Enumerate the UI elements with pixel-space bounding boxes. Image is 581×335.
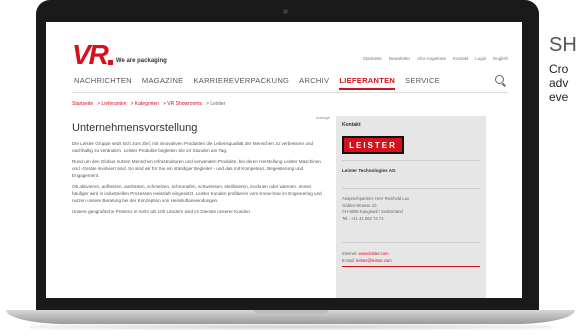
- page-title: Unternehmensvorstellung: [72, 122, 198, 134]
- top-link-login[interactable]: Login: [475, 56, 486, 61]
- address-city: CH-6056 Kaegiswil / Switzerland: [342, 209, 403, 214]
- promo-line: Cro: [549, 62, 569, 76]
- contact-sidebar: Kontakt LEISTER Leister Technologies AG …: [336, 116, 486, 298]
- leister-logo-text: LEISTER: [349, 140, 397, 150]
- nav-item-service[interactable]: SERVICE: [405, 76, 440, 90]
- leister-logo[interactable]: LEISTER: [342, 136, 404, 154]
- laptop-base: [6, 310, 575, 324]
- nav-item-archiv[interactable]: ARCHIV: [299, 76, 329, 90]
- laptop-screen-bezel: VR We are packaging Startseite Newslette…: [36, 0, 539, 312]
- top-link-home[interactable]: Startseite: [363, 56, 382, 61]
- ad-badge: Anzeige: [316, 116, 330, 120]
- laptop-shadow: [30, 324, 551, 330]
- email-link[interactable]: leister@leister.com: [356, 258, 391, 263]
- article-paragraph: Die Leister Gruppe setzt sich zum Ziel, …: [72, 141, 314, 153]
- nav-item-lieferanten[interactable]: LIEFERANTEN: [339, 76, 396, 90]
- breadcrumb-home[interactable]: Startseite: [72, 101, 93, 107]
- article-paragraph: Rund um den Globus nutzen Menschen Infra…: [72, 159, 321, 178]
- nav-item-karriere[interactable]: KARRIEREVERPACKUNG: [193, 76, 289, 90]
- breadcrumb-showrooms[interactable]: > VR Showrooms: [163, 101, 202, 107]
- article-paragraph: Unsere geografische Präsenz in mehr als …: [72, 209, 250, 214]
- top-link-subscriptions[interactable]: Abo-Angebote: [417, 56, 446, 61]
- logo-tagline: We are packaging: [115, 58, 167, 64]
- article-paragraph: Ob aktivieren, aufheizen, aushärten, sch…: [72, 184, 322, 203]
- promo-heading: SH: [549, 34, 577, 56]
- main-nav: NACHRICHTEN MAGAZINE KARRIEREVERPACKUNG …: [74, 76, 440, 90]
- breadcrumb-kategorien[interactable]: > Kategorien: [130, 101, 159, 107]
- internet-label: Internet:: [342, 251, 358, 256]
- sidebar-title: Kontakt: [342, 122, 361, 128]
- nav-item-nachrichten[interactable]: NACHRICHTEN: [74, 76, 132, 90]
- company-address: Ansprechpartner: Herr Reinhold Lux Galil…: [342, 196, 409, 222]
- company-name: Leister Technologies AG: [342, 168, 396, 173]
- sidebar-divider: [342, 188, 480, 189]
- promo-text: Cro adv eve: [549, 62, 581, 104]
- base-notch: [254, 310, 328, 314]
- sidebar-divider: [342, 160, 480, 161]
- breadcrumb-lieferanten[interactable]: > Lieferanten: [97, 101, 126, 107]
- top-link-newsletter[interactable]: Newsletter: [389, 56, 410, 61]
- top-link-contact[interactable]: Kontakt: [453, 56, 468, 61]
- nav-divider: [72, 92, 508, 93]
- website-screen: VR We are packaging Startseite Newslette…: [46, 22, 522, 298]
- nav-item-magazine[interactable]: MAGAZINE: [142, 76, 184, 90]
- top-links: Startseite Newsletter Abo-Angebote Konta…: [363, 56, 508, 61]
- search-icon[interactable]: [495, 75, 504, 84]
- breadcrumb-current: > Leister: [206, 101, 226, 107]
- top-link-english[interactable]: English: [493, 56, 508, 61]
- webcam-icon: [283, 9, 288, 14]
- promo-line: eve: [549, 90, 569, 104]
- logo-text: VR: [72, 39, 109, 70]
- sidebar-accent-line: [342, 266, 480, 267]
- logo-dot: [107, 60, 113, 65]
- company-links: Internet: www.leister.com E-Mail: leiste…: [342, 250, 392, 264]
- article-body: Die Leister Gruppe setzt sich zum Ziel, …: [72, 140, 322, 219]
- website-link[interactable]: www.leister.com: [359, 251, 389, 256]
- promo-line: adv: [549, 76, 569, 90]
- breadcrumb: Startseite > Lieferanten > Kategorien > …: [72, 101, 225, 107]
- sidebar-divider: [342, 242, 480, 243]
- address-phone: Tel.: +41 41 662 74 74: [342, 215, 384, 221]
- address-contact-person: Ansprechpartner: Herr Reinhold Lux: [342, 196, 410, 201]
- vr-logo[interactable]: VR We are packaging: [72, 39, 167, 70]
- email-label: E-Mail:: [342, 258, 356, 263]
